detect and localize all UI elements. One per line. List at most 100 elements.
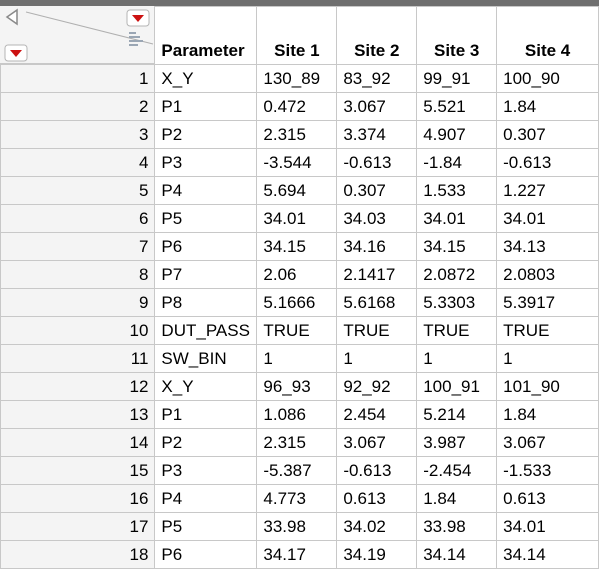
column-list-icon[interactable] [129, 32, 143, 46]
row-number[interactable]: 1 [0, 64, 156, 93]
cell-site-3[interactable]: 3.987 [416, 428, 498, 457]
row-number[interactable]: 6 [0, 204, 156, 233]
cell-parameter[interactable]: P3 [154, 148, 258, 177]
cell-site-1[interactable]: 4.773 [256, 484, 338, 513]
cell-site-3[interactable]: 34.15 [416, 232, 498, 261]
cell-site-1[interactable]: -5.387 [256, 456, 338, 485]
cell-parameter[interactable]: P1 [154, 400, 258, 429]
cell-parameter[interactable]: DUT_PASS [154, 316, 258, 345]
column-header-site-4[interactable]: Site 4 [496, 6, 599, 65]
row-number[interactable]: 7 [0, 232, 156, 261]
cell-site-1[interactable]: 1 [256, 344, 338, 373]
table-row[interactable]: 1 X_Y 130_89 83_92 99_91 100_90 [0, 64, 599, 93]
cell-site-1[interactable]: 34.17 [256, 540, 338, 569]
cell-site-4[interactable]: 101_90 [496, 372, 599, 401]
cell-site-3[interactable]: -2.454 [416, 456, 498, 485]
cell-site-1[interactable]: 130_89 [256, 64, 338, 93]
row-number[interactable]: 4 [0, 148, 156, 177]
cell-site-1[interactable]: 5.1666 [256, 288, 338, 317]
cell-site-3[interactable]: 1.533 [416, 176, 498, 205]
cell-parameter[interactable]: P3 [154, 456, 258, 485]
cell-site-2[interactable]: 2.454 [336, 400, 418, 429]
cell-site-2[interactable]: 0.307 [336, 176, 418, 205]
row-number[interactable]: 8 [0, 260, 156, 289]
cell-site-3[interactable]: 4.907 [416, 120, 498, 149]
cell-site-2[interactable]: 5.6168 [336, 288, 418, 317]
cell-site-1[interactable]: 34.15 [256, 232, 338, 261]
cell-site-3[interactable]: 5.214 [416, 400, 498, 429]
cell-parameter[interactable]: P4 [154, 176, 258, 205]
cell-site-3[interactable]: -1.84 [416, 148, 498, 177]
cell-site-2[interactable]: 3.067 [336, 92, 418, 121]
row-number[interactable]: 16 [0, 484, 156, 513]
table-row[interactable]: 4 P3 -3.544 -0.613 -1.84 -0.613 [0, 148, 599, 177]
cell-site-1[interactable]: 2.315 [256, 428, 338, 457]
cell-site-4[interactable]: 1.84 [496, 400, 599, 429]
cell-site-1[interactable]: 33.98 [256, 512, 338, 541]
table-row[interactable]: 12 X_Y 96_93 92_92 100_91 101_90 [0, 372, 599, 401]
table-row[interactable]: 2 P1 0.472 3.067 5.521 1.84 [0, 92, 599, 121]
cell-site-4[interactable]: -1.533 [496, 456, 599, 485]
row-number[interactable]: 18 [0, 540, 156, 569]
table-row[interactable]: 13 P1 1.086 2.454 5.214 1.84 [0, 400, 599, 429]
cell-site-1[interactable]: 2.315 [256, 120, 338, 149]
cell-site-4[interactable]: 100_90 [496, 64, 599, 93]
cell-site-2[interactable]: 83_92 [336, 64, 418, 93]
cell-site-4[interactable]: 3.067 [496, 428, 599, 457]
cell-site-2[interactable]: 3.067 [336, 428, 418, 457]
row-number[interactable]: 2 [0, 92, 156, 121]
row-number[interactable]: 17 [0, 512, 156, 541]
cell-site-2[interactable]: -0.613 [336, 456, 418, 485]
row-number[interactable]: 9 [0, 288, 156, 317]
cell-parameter[interactable]: P5 [154, 512, 258, 541]
cell-parameter[interactable]: X_Y [154, 372, 258, 401]
cell-site-4[interactable]: 34.01 [496, 204, 599, 233]
cell-site-2[interactable]: 3.374 [336, 120, 418, 149]
cell-site-1[interactable]: 5.694 [256, 176, 338, 205]
rows-menu-red-triangle-icon[interactable] [4, 44, 28, 62]
cell-site-1[interactable]: -3.544 [256, 148, 338, 177]
cell-site-1[interactable]: 34.01 [256, 204, 338, 233]
cell-parameter[interactable]: P2 [154, 120, 258, 149]
cell-site-2[interactable]: 34.02 [336, 512, 418, 541]
cell-site-2[interactable]: 1 [336, 344, 418, 373]
table-row[interactable]: 14 P2 2.315 3.067 3.987 3.067 [0, 428, 599, 457]
cell-site-4[interactable]: 34.14 [496, 540, 599, 569]
cell-site-3[interactable]: 100_91 [416, 372, 498, 401]
cell-site-3[interactable]: 5.521 [416, 92, 498, 121]
cell-parameter[interactable]: P7 [154, 260, 258, 289]
cell-site-4[interactable]: 34.01 [496, 512, 599, 541]
table-row[interactable]: 15 P3 -5.387 -0.613 -2.454 -1.533 [0, 456, 599, 485]
cell-parameter[interactable]: P2 [154, 428, 258, 457]
table-row[interactable]: 5 P4 5.694 0.307 1.533 1.227 [0, 176, 599, 205]
cell-site-4[interactable]: TRUE [496, 316, 599, 345]
cell-site-2[interactable]: 34.19 [336, 540, 418, 569]
cell-site-2[interactable]: 0.613 [336, 484, 418, 513]
cell-site-1[interactable]: 2.06 [256, 260, 338, 289]
cell-parameter[interactable]: P8 [154, 288, 258, 317]
cell-site-2[interactable]: -0.613 [336, 148, 418, 177]
row-number[interactable]: 12 [0, 372, 156, 401]
cell-site-2[interactable]: 92_92 [336, 372, 418, 401]
cell-parameter[interactable]: P6 [154, 540, 258, 569]
cell-site-2[interactable]: 34.03 [336, 204, 418, 233]
table-row[interactable]: 7 P6 34.15 34.16 34.15 34.13 [0, 232, 599, 261]
cell-site-4[interactable]: 5.3917 [496, 288, 599, 317]
table-row[interactable]: 10 DUT_PASS TRUE TRUE TRUE TRUE [0, 316, 599, 345]
cell-site-1[interactable]: 0.472 [256, 92, 338, 121]
collapse-left-arrow-icon[interactable] [5, 8, 18, 26]
table-row[interactable]: 9 P8 5.1666 5.6168 5.3303 5.3917 [0, 288, 599, 317]
row-number[interactable]: 11 [0, 344, 156, 373]
column-header-parameter[interactable]: Parameter [154, 6, 258, 65]
cell-site-4[interactable]: -0.613 [496, 148, 599, 177]
cell-site-4[interactable]: 1.84 [496, 92, 599, 121]
table-row[interactable]: 11 SW_BIN 1 1 1 1 [0, 344, 599, 373]
cell-site-3[interactable]: 99_91 [416, 64, 498, 93]
table-row[interactable]: 3 P2 2.315 3.374 4.907 0.307 [0, 120, 599, 149]
table-row[interactable]: 8 P7 2.06 2.1417 2.0872 2.0803 [0, 260, 599, 289]
cell-parameter[interactable]: P4 [154, 484, 258, 513]
column-header-site-2[interactable]: Site 2 [336, 6, 418, 65]
cell-site-4[interactable]: 0.613 [496, 484, 599, 513]
row-number[interactable]: 3 [0, 120, 156, 149]
cell-site-3[interactable]: 1 [416, 344, 498, 373]
